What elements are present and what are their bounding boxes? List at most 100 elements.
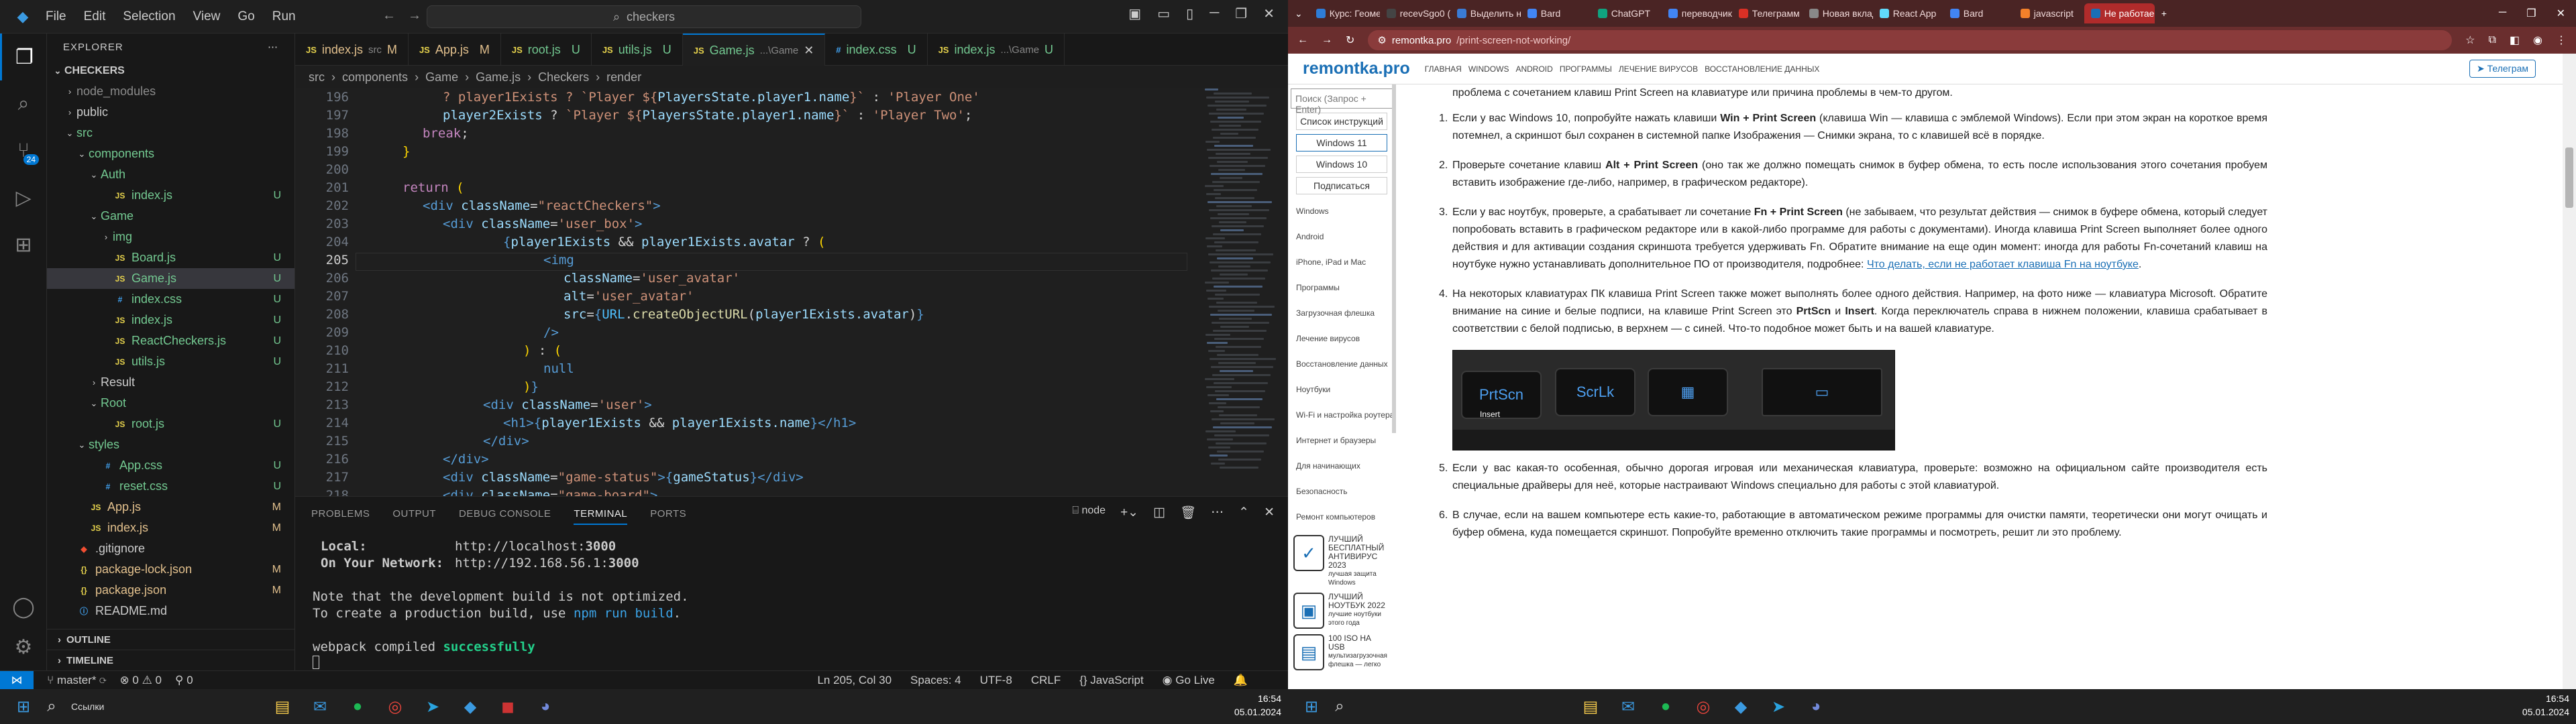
menu-item-selection[interactable]: Selection (123, 9, 175, 24)
app-icon[interactable]: ◼ (494, 692, 522, 721)
menu-item-view[interactable]: View (193, 9, 221, 24)
site-nav-item[interactable]: ANDROID (1515, 64, 1552, 74)
site-nav-item[interactable]: ГЛАВНАЯ (1425, 64, 1462, 74)
browser-tab[interactable]: Bard (1521, 3, 1591, 23)
tree-item[interactable]: › node_modules (47, 81, 294, 102)
tree-item[interactable]: {} package.json M (47, 580, 294, 601)
maximize-icon[interactable]: ❐ (2526, 7, 2536, 20)
spotify-icon[interactable]: ● (343, 692, 372, 721)
close-icon[interactable]: ✕ (804, 44, 814, 58)
cursor-position[interactable]: Ln 205, Col 30 (817, 674, 892, 687)
page-scrollbar[interactable] (2563, 54, 2576, 689)
category-link[interactable]: Безопасность (1296, 479, 1387, 504)
left-button[interactable]: Windows 10 (1296, 156, 1387, 173)
tree-item[interactable]: JS App.js M (47, 497, 294, 518)
bell-icon[interactable]: 🔔 (1234, 674, 1248, 687)
site-nav-item[interactable]: ПРОГРАММЫ (1560, 64, 1612, 74)
gear-icon[interactable]: ⚙ (0, 623, 47, 670)
new-tab-icon[interactable]: + (2161, 8, 2167, 19)
search-icon[interactable]: ⌕ (38, 692, 66, 721)
category-link[interactable]: Ноутбуки (1296, 377, 1387, 402)
mail-icon[interactable]: ✉ (1614, 692, 1642, 721)
menu-item-file[interactable]: File (46, 9, 66, 24)
panel-tab-terminal[interactable]: TERMINAL (574, 508, 628, 525)
browser-tab[interactable]: javascript (2014, 3, 2084, 23)
more-icon[interactable]: ⋯ (268, 41, 278, 53)
add-terminal-icon[interactable]: +⌄ (1120, 505, 1138, 521)
language-mode[interactable]: {} JavaScript (1079, 674, 1143, 687)
close-icon[interactable]: ✕ (1263, 5, 1275, 22)
tree-item[interactable]: JS index.js U (47, 310, 294, 330)
editor-tab[interactable]: JS App.js M (409, 34, 501, 66)
tree-item[interactable]: ⓘ README.md (47, 601, 294, 621)
panel-tab-debug-console[interactable]: DEBUG CONSOLE (459, 508, 551, 520)
browser-tab[interactable]: Новая вклад (1803, 3, 1873, 23)
workspace-root[interactable]: ⌄ CHECKERS (47, 60, 294, 81)
promo-item[interactable]: ▣ ЛУЧШИЙ НОУТБУК 2022 лучшие ноутбуки этог… (1293, 593, 1390, 629)
timeline-section[interactable]: › TIMELINE (47, 650, 295, 670)
browser-tab[interactable]: ChatGPT (1591, 3, 1662, 23)
extensions-icon[interactable]: ⊞ (0, 221, 47, 268)
category-link[interactable]: Лечение вирусов (1296, 326, 1387, 351)
taskbar-search[interactable]: Ссылки (71, 701, 104, 712)
tree-item[interactable]: # index.css U (47, 289, 294, 310)
browser-tab[interactable]: переводчик (1662, 3, 1732, 23)
sidebar-toggle-icon[interactable]: ▯ (1186, 5, 1193, 22)
vscode-icon[interactable]: ◆ (456, 692, 484, 721)
breadcrumb-item[interactable]: Game.js (476, 70, 521, 84)
branch-status[interactable]: ⑂ master* ⟳ (47, 674, 106, 687)
encoding[interactable]: UTF-8 (980, 674, 1012, 687)
panel-tab-output[interactable]: OUTPUT (392, 508, 436, 520)
browser-tab[interactable]: React App (1873, 3, 1943, 23)
tree-item[interactable]: ⌄ Root (47, 393, 294, 414)
promo-item[interactable]: ▤ 100 ISO НА USB мультизагрузочная флешка … (1293, 634, 1390, 670)
spotify-icon[interactable]: ● (1652, 692, 1680, 721)
tree-item[interactable]: JS ReactCheckers.js U (47, 330, 294, 351)
sidebar-icon[interactable]: ◧ (2510, 34, 2520, 47)
panel-tab-problems[interactable]: PROBLEMS (311, 508, 370, 520)
address-bar[interactable]: ⚙ remontka.pro/print-screen-not-working/ (1368, 30, 2453, 50)
maximize-icon[interactable]: ❐ (1235, 5, 1247, 22)
site-nav-item[interactable]: WINDOWS (1468, 64, 1509, 74)
left-button[interactable]: Windows 11 (1296, 134, 1387, 152)
editor-tab[interactable]: JS root.js U (501, 34, 592, 66)
browser-tab[interactable]: Bard (1943, 3, 2014, 23)
forward-icon[interactable]: → (1322, 34, 1332, 46)
editor-tab[interactable]: # index.css U (825, 34, 928, 66)
tree-item[interactable]: JS index.js M (47, 518, 294, 538)
vscode-icon[interactable]: ◆ (1727, 692, 1755, 721)
editor-tab[interactable]: JS index.js src M (295, 34, 409, 66)
browser-tab[interactable]: Выделить не (1450, 3, 1521, 23)
browser-tab[interactable]: Телеграмм (1732, 3, 1803, 23)
eol[interactable]: CRLF (1031, 674, 1061, 687)
breadcrumb-item[interactable]: Game (425, 70, 458, 84)
tree-item[interactable]: JS root.js U (47, 414, 294, 434)
file-explorer-icon[interactable]: ▤ (1576, 692, 1605, 721)
category-link[interactable]: Загрузочная флешка (1296, 300, 1387, 326)
star-icon[interactable]: ☆ (2465, 34, 2475, 47)
terminal-output[interactable]: Local: http://localhost:3000 On Your Netw… (313, 538, 689, 674)
left-button[interactable]: Подписаться (1296, 177, 1387, 194)
tree-item[interactable]: JS Board.js U (47, 247, 294, 268)
outline-section[interactable]: › OUTLINE (47, 629, 295, 650)
minimap[interactable] (1205, 88, 1279, 496)
telegram-icon[interactable]: ➤ (1764, 692, 1792, 721)
tree-item[interactable]: › Result (47, 372, 294, 393)
left-button[interactable]: Список инструкций (1296, 113, 1387, 130)
tree-item[interactable]: ⌄ Game (47, 206, 294, 227)
tree-item[interactable]: ◆ .gitignore (47, 538, 294, 559)
menu-item-go[interactable]: Go (237, 9, 254, 24)
tree-item[interactable]: ⌄ src (47, 123, 294, 143)
editor-tab[interactable]: JS utils.js U (592, 34, 683, 66)
run-debug-icon[interactable]: ▷ (0, 174, 47, 221)
tree-item[interactable]: # reset.css U (47, 476, 294, 497)
tree-item[interactable]: JS index.js U (47, 185, 294, 206)
code-editor[interactable]: 196 ? player1Exists ? `Player ${PlayersS… (295, 88, 1288, 496)
editor-tab[interactable]: JS Game.js ...\Game ✕ (682, 34, 826, 66)
back-icon[interactable]: ← (1297, 34, 1308, 46)
menu-icon[interactable]: ⋮ (2556, 34, 2567, 47)
close-icon[interactable]: ✕ (2557, 7, 2565, 20)
category-link[interactable]: Программы (1296, 275, 1387, 300)
search-icon[interactable]: ⌕ (0, 80, 47, 127)
windows-start-icon[interactable]: ⊞ (1297, 692, 1326, 721)
